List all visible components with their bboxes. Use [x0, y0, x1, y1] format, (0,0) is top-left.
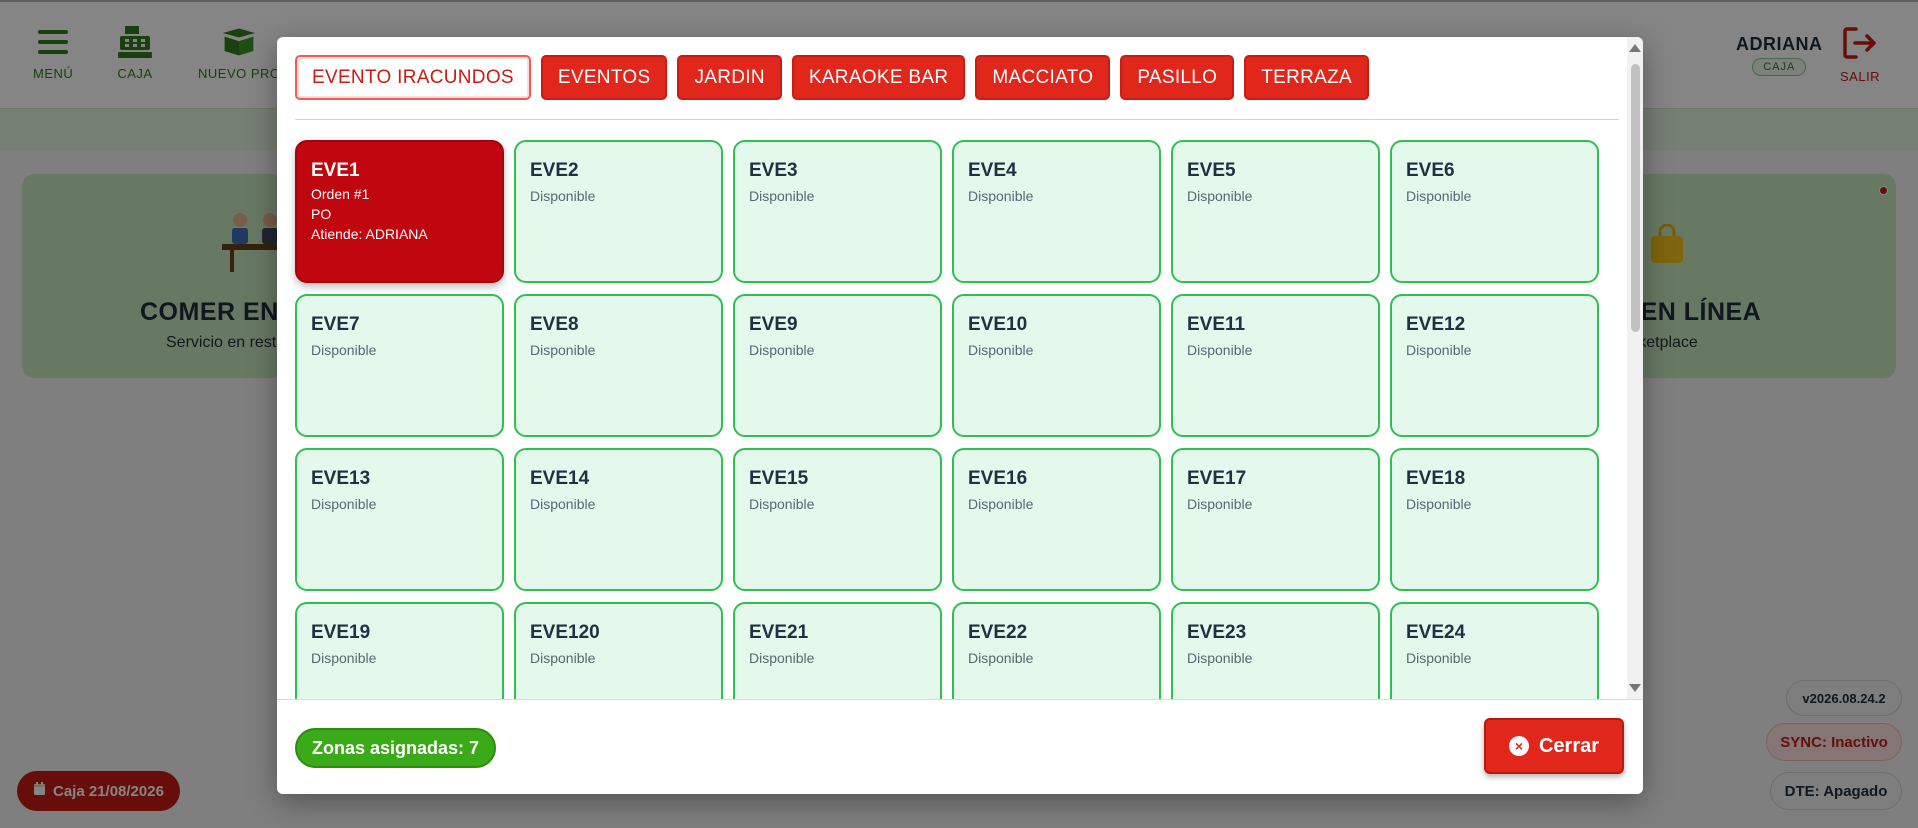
table-name: EVE120	[530, 622, 600, 643]
zone-tab[interactable]: TERRAZA	[1244, 55, 1369, 100]
table-status: Disponible	[1187, 342, 1253, 358]
table-card-available[interactable]: EVE10 Disponible	[952, 294, 1161, 437]
zone-tab[interactable]: EVENTO IRACUNDOS	[295, 55, 531, 100]
table-card-available[interactable]: EVE9 Disponible	[733, 294, 942, 437]
table-card-available[interactable]: EVE11 Disponible	[1171, 294, 1380, 437]
table-status: Disponible	[749, 342, 815, 358]
table-name: EVE2	[530, 160, 579, 181]
table-status: Disponible	[749, 496, 815, 512]
table-name: EVE5	[1187, 160, 1236, 181]
zone-tabs: EVENTO IRACUNDOS EVENTOS JARDIN KARAOKE BAR…	[295, 55, 1369, 100]
table-card-available[interactable]: EVE5 Disponible	[1171, 140, 1380, 283]
table-name: EVE12	[1406, 314, 1466, 335]
table-card-available[interactable]: EVE6 Disponible	[1390, 140, 1599, 283]
table-status: Disponible	[1187, 496, 1253, 512]
table-card-available[interactable]: EVE120 Disponible	[514, 602, 723, 699]
table-card-available[interactable]: EVE3 Disponible	[733, 140, 942, 283]
table-name: EVE22	[968, 622, 1028, 643]
table-status: Disponible	[1406, 496, 1472, 512]
scrollbar-thumb[interactable]	[1631, 64, 1640, 332]
zone-tab[interactable]: KARAOKE BAR	[791, 55, 966, 100]
table-name: EVE6	[1406, 160, 1455, 181]
table-status: Disponible	[968, 342, 1034, 358]
table-order-detail: Atiende: ADRIANA	[311, 226, 428, 242]
table-card-available[interactable]: EVE17 Disponible	[1171, 448, 1380, 591]
zone-tab[interactable]: PASILLO	[1120, 55, 1235, 100]
table-card-available[interactable]: EVE16 Disponible	[952, 448, 1161, 591]
table-name: EVE14	[530, 468, 590, 489]
table-status: Disponible	[968, 650, 1034, 666]
table-status: Disponible	[1406, 342, 1472, 358]
table-status: Disponible	[968, 496, 1034, 512]
table-grid: EVE1 Orden #1 PO Atiende: ADRIANA EVE2 Dispon…	[295, 140, 1599, 699]
zone-tab[interactable]: EVENTOS	[540, 55, 668, 100]
close-button-label: Cerrar	[1538, 734, 1600, 757]
zone-tab[interactable]: JARDIN	[677, 55, 782, 100]
zone-tab[interactable]: MACCIATO	[975, 55, 1111, 100]
table-selection-modal: EVENTO IRACUNDOS EVENTOS JARDIN KARAOKE BAR…	[277, 37, 1643, 794]
table-card-available[interactable]: EVE15 Disponible	[733, 448, 942, 591]
table-name: EVE24	[1406, 622, 1466, 643]
table-status: Disponible	[749, 650, 815, 666]
table-card-available[interactable]: EVE22 Disponible	[952, 602, 1161, 699]
table-status: Disponible	[530, 650, 596, 666]
table-order-detail: Orden #1	[311, 186, 370, 202]
table-name: EVE23	[1187, 622, 1247, 643]
scroll-down-arrow-icon[interactable]	[1629, 681, 1641, 695]
modal-footer: Zonas asignadas: 7 × Cerrar	[277, 699, 1643, 794]
table-name: EVE17	[1187, 468, 1247, 489]
table-name: EVE7	[311, 314, 360, 335]
table-name: EVE3	[749, 160, 798, 181]
table-card-available[interactable]: EVE18 Disponible	[1390, 448, 1599, 591]
table-name: EVE15	[749, 468, 809, 489]
table-status: Disponible	[530, 496, 596, 512]
table-order-detail: PO	[311, 206, 332, 222]
table-card-occupied[interactable]: EVE1 Orden #1 PO Atiende: ADRIANA	[295, 140, 504, 283]
table-status: Disponible	[1406, 650, 1472, 666]
table-card-available[interactable]: EVE12 Disponible	[1390, 294, 1599, 437]
table-card-available[interactable]: EVE2 Disponible	[514, 140, 723, 283]
table-status: Disponible	[749, 188, 815, 204]
table-name: EVE11	[1187, 314, 1246, 335]
table-status: Disponible	[1187, 188, 1253, 204]
table-status: Disponible	[311, 342, 377, 358]
table-name: EVE4	[968, 160, 1017, 181]
table-name: EVE1	[311, 160, 360, 181]
table-card-available[interactable]: EVE23 Disponible	[1171, 602, 1380, 699]
table-name: EVE9	[749, 314, 798, 335]
table-card-available[interactable]: EVE24 Disponible	[1390, 602, 1599, 699]
table-status: Disponible	[1187, 650, 1253, 666]
table-name: EVE21	[749, 622, 809, 643]
table-name: EVE8	[530, 314, 579, 335]
zones-assigned-badge: Zonas asignadas: 7	[295, 728, 497, 768]
table-status: Disponible	[1406, 188, 1472, 204]
table-card-available[interactable]: EVE21 Disponible	[733, 602, 942, 699]
table-status: Disponible	[311, 496, 377, 512]
table-status: Disponible	[311, 650, 377, 666]
table-card-available[interactable]: EVE8 Disponible	[514, 294, 723, 437]
table-status: Disponible	[530, 342, 596, 358]
scroll-up-arrow-icon[interactable]	[1629, 41, 1641, 55]
modal-body: EVENTO IRACUNDOS EVENTOS JARDIN KARAOKE BAR…	[277, 37, 1627, 699]
table-name: EVE18	[1406, 468, 1466, 489]
modal-scrollbar[interactable]	[1627, 37, 1643, 699]
table-card-available[interactable]: EVE4 Disponible	[952, 140, 1161, 283]
table-card-available[interactable]: EVE7 Disponible	[295, 294, 504, 437]
table-card-available[interactable]: EVE19 Disponible	[295, 602, 504, 699]
table-name: EVE13	[311, 468, 371, 489]
table-name: EVE19	[311, 622, 371, 643]
table-status: Disponible	[968, 188, 1034, 204]
table-name: EVE10	[968, 314, 1028, 335]
table-name: EVE16	[968, 468, 1028, 489]
divider	[295, 119, 1619, 120]
close-circle-icon: ×	[1508, 736, 1529, 756]
table-card-available[interactable]: EVE14 Disponible	[514, 448, 723, 591]
table-status: Disponible	[530, 188, 596, 204]
close-button[interactable]: × Cerrar	[1484, 718, 1624, 774]
table-card-available[interactable]: EVE13 Disponible	[295, 448, 504, 591]
